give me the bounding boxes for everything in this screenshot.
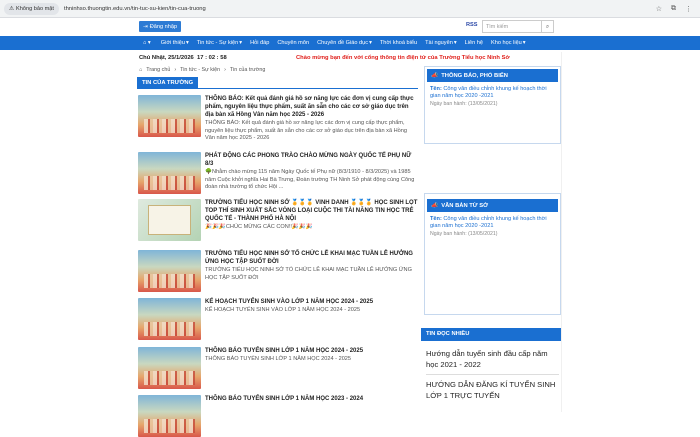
- divider: [426, 374, 559, 375]
- article-summary: TRƯỜNG TIỂU HỌC NINH SỞ TỔ CHỨC LỄ KHAI …: [205, 267, 412, 281]
- nav-item-kho-hoc-lieu[interactable]: Kho học liệu ▾: [487, 36, 530, 50]
- documents-header: 📣 VĂN BẢN TỪ SỞ: [427, 199, 558, 212]
- article-summary: 🌳Nhằm chào mừng 115 năm Ngày Quốc tế Phụ…: [205, 169, 415, 191]
- login-label: Đăng nhập: [149, 23, 178, 30]
- breadcrumb-current: Tin của trường: [229, 67, 266, 73]
- article-title[interactable]: TRƯỜNG TIỂU HỌC NINH SỞ TỔ CHỨC LỄ KHAI …: [205, 250, 418, 266]
- home-icon: ⌂: [139, 67, 143, 73]
- search-icon[interactable]: ⌕: [541, 20, 554, 33]
- document-title[interactable]: Công văn điều chỉnh khung kế hoạch thời …: [430, 216, 547, 229]
- nav-item-lien-he[interactable]: Liên hệ: [461, 36, 487, 50]
- article-title[interactable]: THÔNG BÁO TUYỂN SINH LỚP 1 NĂM HỌC 2024 …: [205, 347, 418, 355]
- chevron-right-icon: ›: [174, 67, 177, 73]
- section-header: TIN CỦA TRƯỜNG: [137, 77, 418, 89]
- article-thumbnail[interactable]: [138, 152, 201, 194]
- security-label: Không bảo mật: [16, 5, 54, 12]
- announcement-date: Ngày ban hành: (13/05/2021): [430, 100, 498, 107]
- site-topbar: ⇥ Đăng nhập RSS Tìm kiếm ⌕: [0, 18, 700, 36]
- article-title[interactable]: KẾ HOẠCH TUYỂN SINH VÀO LỚP 1 NĂM HỌC 20…: [205, 298, 418, 306]
- megaphone-icon: 📣: [431, 72, 439, 79]
- most-read-header: TIN ĐỌC NHIỀU: [421, 328, 561, 341]
- article-title[interactable]: TRƯỜNG TIỂU HỌC NINH SỞ 🏅🏅🏅 VINH DANH 🏅🏅…: [205, 199, 418, 223]
- nav-item-hoi-dap[interactable]: Hỏi đáp: [246, 36, 273, 50]
- menu-icon[interactable]: ⋮: [685, 5, 692, 13]
- article-thumbnail[interactable]: [138, 298, 201, 340]
- rss-link[interactable]: RSS: [466, 22, 478, 28]
- divider: [561, 52, 562, 412]
- article-title[interactable]: THÔNG BÁO: Kết quả đánh giá hồ sơ năng l…: [205, 95, 418, 119]
- security-indicator[interactable]: ⚠ Không bảo mật: [4, 2, 59, 15]
- current-date: Chủ Nhật, 25/1/2026 17 : 02 : 58: [139, 55, 227, 61]
- article-summary: 🎉🎉🎉CHÚC MỪNG CÁC CON!!🎉🎉🎉: [205, 224, 313, 230]
- breadcrumb-news[interactable]: Tin tức - Sự kiện: [180, 67, 220, 73]
- megaphone-icon: 📣: [431, 202, 439, 209]
- chevron-down-icon: ▾: [453, 40, 457, 46]
- warning-icon: ⚠: [9, 5, 15, 12]
- chevron-down-icon: ▾: [239, 40, 243, 46]
- breadcrumb: ⌂ Trang chủ › Tin tức - Sự kiện › Tin củ…: [139, 67, 265, 73]
- search-input[interactable]: Tìm kiếm: [482, 20, 542, 33]
- nav-item-tai-nguyen[interactable]: Tài nguyên ▾: [421, 36, 461, 50]
- chevron-down-icon: ▾: [522, 40, 526, 46]
- documents-box: 📣 VĂN BẢN TỪ SỞ Tên: Công văn điều chỉnh…: [424, 193, 561, 315]
- home-icon[interactable]: ⌂ ▾: [137, 36, 157, 50]
- nav-item-gioi-thieu[interactable]: Giới thiệu ▾: [157, 36, 193, 50]
- most-read-item[interactable]: HƯỚNG DẪN ĐĂNG KÍ TUYỂN SINH LỚP 1 TRỰC …: [426, 380, 559, 401]
- nav-item-chuyen-de[interactable]: Chuyên đề Giáo dục ▾: [313, 36, 376, 50]
- section-title: TIN CỦA TRƯỜNG: [137, 77, 199, 89]
- star-icon[interactable]: ☆: [656, 5, 662, 13]
- article-thumbnail[interactable]: [138, 95, 201, 137]
- current-time: 17 : 02 : 58: [197, 55, 227, 61]
- breadcrumb-home[interactable]: Trang chủ: [146, 67, 170, 73]
- article-thumbnail[interactable]: [138, 250, 201, 292]
- document-item[interactable]: Tên: Công văn điều chỉnh khung kế hoạch …: [425, 212, 560, 242]
- login-button[interactable]: ⇥ Đăng nhập: [139, 21, 182, 32]
- address-bar[interactable]: thninhso.thuongtin.edu.vn/tin-tuc-su-kie…: [64, 6, 656, 12]
- chevron-down-icon: ▾: [369, 40, 372, 46]
- nav-item-thoi-khoa-bieu[interactable]: Thời khoá biểu: [376, 36, 421, 50]
- article-summary: THÔNG BÁO: Kết quả đánh giá hồ sơ năng l…: [205, 120, 408, 142]
- article-title[interactable]: PHÁT ĐỘNG CÁC PHONG TRÀO CHÀO MỪNG NGÀY …: [205, 152, 418, 168]
- announcements-box: 📣 THÔNG BÁO, PHỔ BIẾN Tên: Công văn điều…: [424, 66, 561, 144]
- article-thumbnail[interactable]: [138, 395, 201, 437]
- article-thumbnail[interactable]: [138, 199, 201, 241]
- welcome-marquee: Chào mừng bạn đến với cổng thông tin điệ…: [296, 55, 510, 61]
- date-bar: Chủ Nhật, 25/1/2026 17 : 02 : 58 Chào mừ…: [137, 52, 561, 64]
- nav-item-tin-tuc[interactable]: Tin tức - Sự kiện ▾: [193, 36, 246, 50]
- browser-actions: ☆ ⧉ ⋮: [656, 5, 692, 13]
- article-title[interactable]: THÔNG BÁO TUYỂN SINH LỚP 1 NĂM HỌC 2023 …: [205, 395, 418, 403]
- nav-background: [561, 36, 700, 50]
- announcement-title[interactable]: Công văn điều chỉnh khung kế hoạch thời …: [430, 86, 547, 99]
- article-thumbnail[interactable]: [138, 347, 201, 389]
- chevron-down-icon: ▾: [185, 40, 189, 46]
- most-read-item[interactable]: Hướng dẫn tuyển sinh đầu cấp năm học 202…: [426, 349, 559, 370]
- nav-background: [0, 36, 137, 50]
- announcement-item[interactable]: Tên: Công văn điều chỉnh khung kế hoạch …: [425, 82, 560, 112]
- announcements-header: 📣 THÔNG BÁO, PHỔ BIẾN: [427, 69, 558, 82]
- browser-toolbar: ⚠ Không bảo mật thninhso.thuongtin.edu.v…: [0, 0, 700, 18]
- main-nav: ⌂ ▾ Giới thiệu ▾ Tin tức - Sự kiện ▾ Hỏi đ…: [137, 36, 561, 50]
- chevron-right-icon: ›: [224, 67, 226, 73]
- login-icon: ⇥: [143, 23, 148, 30]
- nav-item-chuyen-mon[interactable]: Chuyên môn: [273, 36, 313, 50]
- article-summary: THÔNG BÁO TUYỂN SINH LỚP 1 NĂM HỌC 2024 …: [205, 356, 352, 362]
- article-summary: KẾ HOẠCH TUYỂN SINH VÀO LỚP 1 NĂM HỌC 20…: [205, 307, 361, 313]
- extensions-icon[interactable]: ⧉: [671, 5, 676, 13]
- document-date: Ngày ban hành: (13/05/2021): [430, 230, 498, 237]
